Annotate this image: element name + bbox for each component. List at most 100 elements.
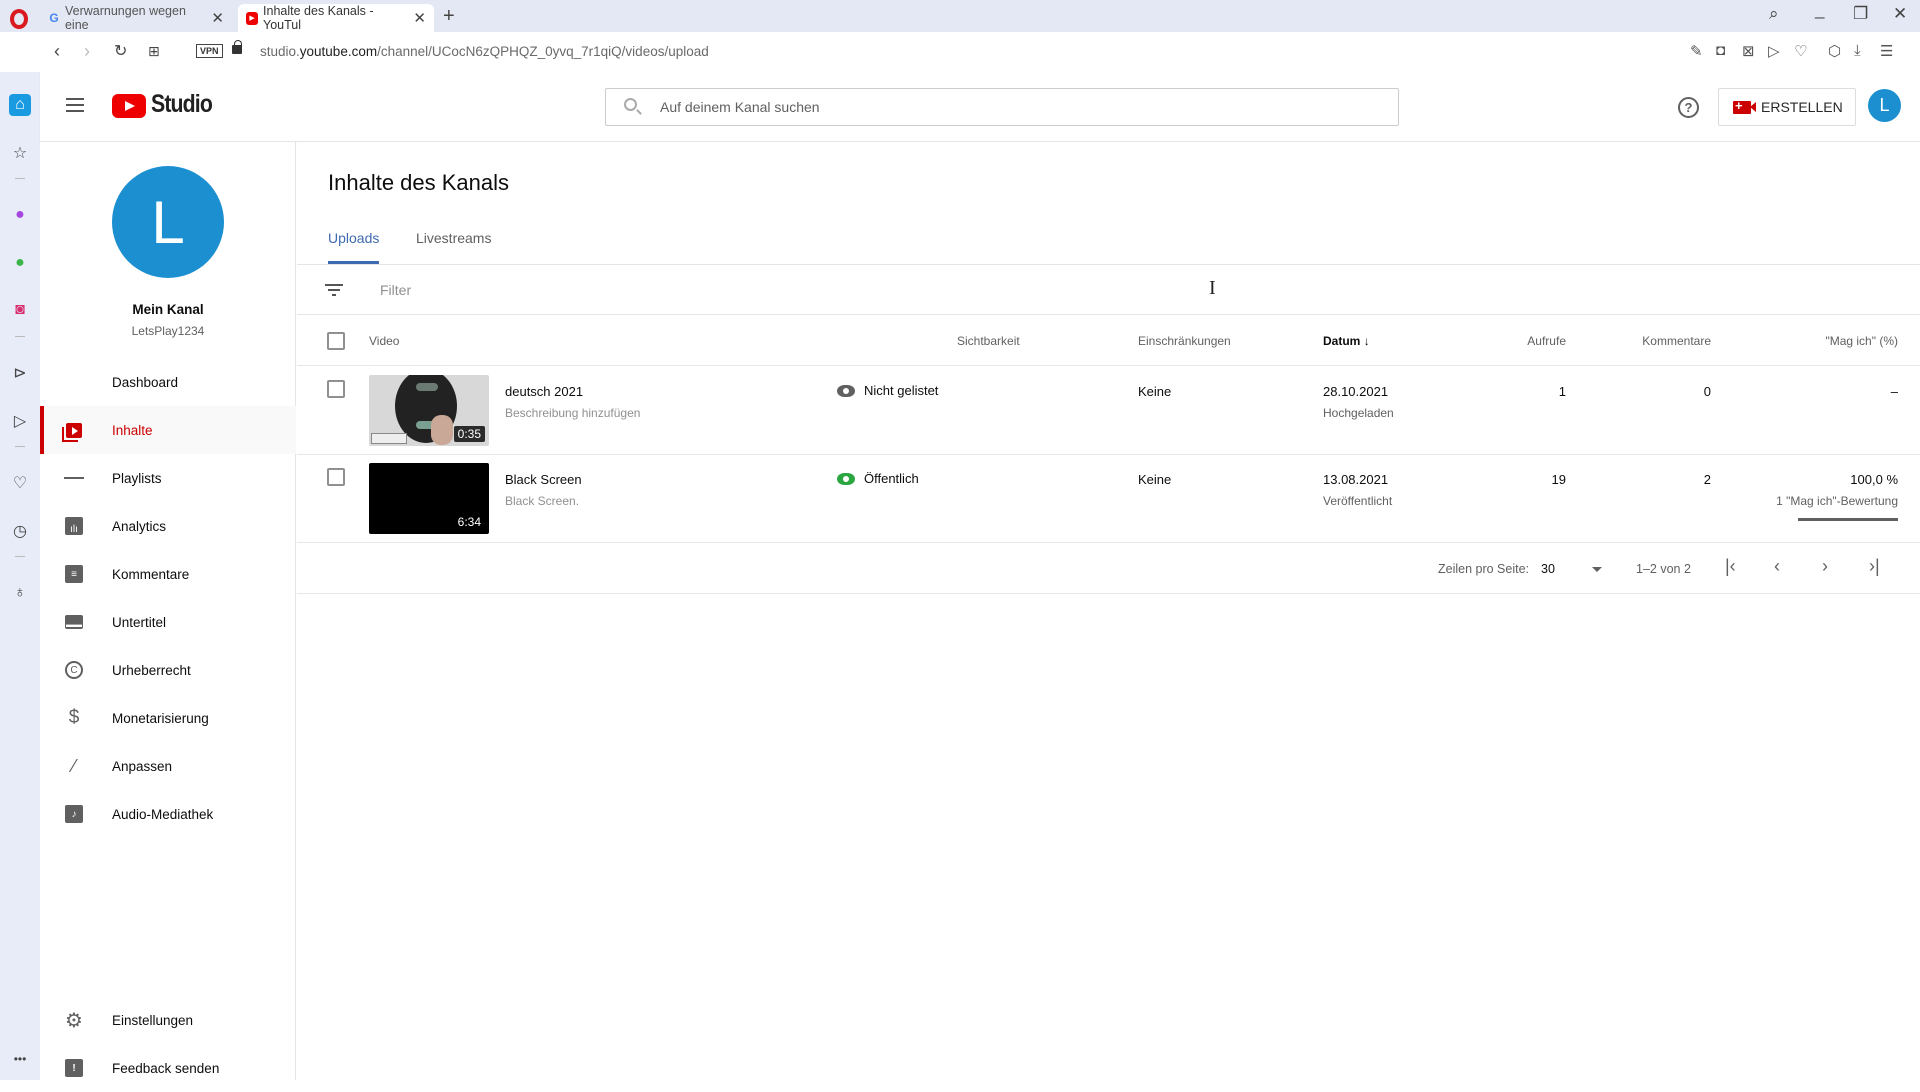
row-checkbox[interactable] xyxy=(327,468,345,486)
box-icon[interactable]: ⬡ xyxy=(1828,42,1841,60)
chevron-down-icon[interactable] xyxy=(1592,567,1602,572)
browser-tab-google[interactable]: G Verwarnungen wegen eine ✕ xyxy=(40,4,232,32)
send-icon[interactable]: ▷ xyxy=(1768,42,1780,60)
like-ratio-fill xyxy=(1798,518,1898,521)
next-page-button[interactable]: › xyxy=(1822,556,1828,577)
channel-avatar[interactable]: L xyxy=(112,166,224,278)
tab-search-icon[interactable]: ⌕ xyxy=(1769,4,1779,24)
video-thumbnail[interactable]: 6:34 xyxy=(369,463,489,534)
create-button[interactable]: ERSTELLEN xyxy=(1718,88,1856,126)
player-icon[interactable]: ⊳ xyxy=(9,362,31,384)
opera-logo-icon[interactable] xyxy=(10,9,28,29)
table-header: Video Sichtbarkeit Einschränkungen Datum… xyxy=(297,316,1920,366)
messenger-icon[interactable]: ● xyxy=(9,204,31,226)
first-page-button[interactable]: |‹ xyxy=(1725,556,1736,577)
analytics-icon: ılı xyxy=(64,516,84,536)
page-range: 1–2 von 2 xyxy=(1636,562,1691,576)
video-description[interactable]: Beschreibung hinzufügen xyxy=(505,406,640,420)
heart-icon[interactable]: ♡ xyxy=(1794,42,1807,60)
sidebar-item-feedback[interactable]: ! Feedback senden xyxy=(40,1044,296,1092)
history-icon[interactable]: ◷ xyxy=(9,520,31,542)
table-row[interactable]: 6:34 Black Screen Black Screen. Öffentli… xyxy=(297,455,1920,543)
sidebar-item-playlists[interactable]: Playlists xyxy=(40,454,296,502)
channel-search[interactable] xyxy=(605,88,1399,126)
camera-icon[interactable]: ◘ xyxy=(1716,42,1725,59)
column-views[interactable]: Aufrufe xyxy=(1447,334,1566,348)
hamburger-menu-icon[interactable] xyxy=(66,98,84,112)
more-icon[interactable]: ••• xyxy=(9,1048,31,1070)
create-video-icon xyxy=(1733,98,1756,114)
video-thumbnail[interactable]: 0:35 xyxy=(369,375,489,446)
column-visibility: Sichtbarkeit xyxy=(957,334,1020,348)
back-button[interactable]: ‹ xyxy=(54,41,60,62)
easy-setup-menu-icon[interactable]: ☰ xyxy=(1880,42,1893,60)
video-description[interactable]: Black Screen. xyxy=(505,494,579,508)
youtube-logo-icon[interactable] xyxy=(112,94,146,118)
video-title[interactable]: deutsch 2021 xyxy=(505,384,583,399)
sidebar-item-kommentare[interactable]: ≡ Kommentare xyxy=(40,550,296,598)
sidebar-item-audio-mediathek[interactable]: ♪ Audio-Mediathek xyxy=(40,790,296,838)
filter-icon[interactable] xyxy=(325,284,343,299)
vpn-badge[interactable]: VPN xyxy=(196,44,223,58)
lock-icon[interactable] xyxy=(232,40,242,54)
divider xyxy=(15,178,25,179)
eye-icon xyxy=(837,472,855,485)
sidebar-item-einstellungen[interactable]: ⚙ Einstellungen xyxy=(40,996,296,1044)
sidebar-item-analytics[interactable]: ılı Analytics xyxy=(40,502,296,550)
restore-button[interactable]: ❐ xyxy=(1853,4,1868,24)
download-icon[interactable]: ⤓ xyxy=(1854,42,1861,59)
browser-tab-youtube-studio[interactable]: ▶ Inhalte des Kanals - YouTul ✕ xyxy=(238,4,434,32)
column-likes[interactable]: "Mag ich" (%) xyxy=(1747,334,1898,348)
comments-value: 2 xyxy=(1703,472,1711,487)
reload-button[interactable]: ↻ xyxy=(114,41,127,61)
tab-grid-icon[interactable]: ⊞ xyxy=(148,43,160,60)
youtube-icon: ▶ xyxy=(246,11,259,25)
channel-search-input[interactable] xyxy=(660,97,1360,117)
home-icon[interactable]: ⌂ xyxy=(9,94,31,116)
close-tab-icon[interactable]: ✕ xyxy=(413,9,426,27)
studio-logo-text[interactable]: Studio xyxy=(151,90,213,119)
close-window-button[interactable]: ✕ xyxy=(1893,4,1907,24)
sidebar-item-inhalte[interactable]: Inhalte xyxy=(40,406,296,454)
close-tab-icon[interactable]: ✕ xyxy=(211,9,224,27)
help-icon[interactable]: ? xyxy=(1678,97,1699,118)
lightbulb-icon[interactable]: ♁ xyxy=(9,582,31,604)
tab-uploads[interactable]: Uploads xyxy=(328,222,380,264)
sidebar-item-anpassen[interactable]: ⁄ Anpassen xyxy=(40,742,296,790)
table-row[interactable]: 0:35 deutsch 2021 Beschreibung hinzufüge… xyxy=(297,367,1920,455)
last-page-button[interactable]: ›| xyxy=(1869,556,1880,577)
sidebar-item-label: Analytics xyxy=(112,518,167,534)
account-avatar[interactable]: L xyxy=(1868,89,1901,122)
page-title: Inhalte des Kanals xyxy=(328,170,510,195)
sidebar-item-urheberrecht[interactable]: C Urheberrecht xyxy=(40,646,296,694)
heart-icon[interactable]: ♡ xyxy=(9,472,31,494)
minimize-button[interactable]: _ xyxy=(1815,0,1824,20)
visibility-dropdown[interactable]: Nicht gelistet xyxy=(837,383,938,398)
select-all-checkbox[interactable] xyxy=(327,332,345,350)
video-title[interactable]: Black Screen xyxy=(505,472,582,487)
dashboard-icon xyxy=(64,372,84,392)
new-tab-button[interactable]: + xyxy=(443,5,455,28)
restrictions-value: Keine xyxy=(1138,384,1172,399)
column-comments[interactable]: Kommentare xyxy=(1597,334,1711,348)
visibility-dropdown[interactable]: Öffentlich xyxy=(837,471,919,486)
filter-input[interactable] xyxy=(380,279,1780,301)
prev-page-button[interactable]: ‹ xyxy=(1774,556,1780,577)
url-field[interactable]: studio.youtube.com/channel/UCocN6zQPHQZ_… xyxy=(260,44,709,59)
send-icon[interactable]: ▷ xyxy=(9,410,31,432)
channel-content: Inhalte des Kanals Uploads Livestreams I… xyxy=(297,142,1920,1080)
whatsapp-icon[interactable]: ● xyxy=(9,252,31,274)
star-icon[interactable]: ☆ xyxy=(9,142,31,164)
forward-button[interactable]: › xyxy=(84,41,90,62)
likes-value: 100,0 % xyxy=(1850,472,1898,487)
column-date[interactable]: Datum ↓ xyxy=(1323,334,1370,348)
sidebar-item-dashboard[interactable]: Dashboard xyxy=(40,358,296,406)
tab-livestreams[interactable]: Livestreams xyxy=(416,222,491,264)
sidebar-item-untertitel[interactable]: ▬▬ Untertitel xyxy=(40,598,296,646)
sort-down-icon: ↓ xyxy=(1363,334,1370,348)
snapshot-edit-icon[interactable]: ✎ xyxy=(1690,42,1703,60)
sidebar-item-monetarisierung[interactable]: $ Monetarisierung xyxy=(40,694,296,742)
instagram-icon[interactable]: ◙ xyxy=(9,299,31,321)
shield-icon[interactable]: ⊠ xyxy=(1742,42,1755,60)
row-checkbox[interactable] xyxy=(327,380,345,398)
